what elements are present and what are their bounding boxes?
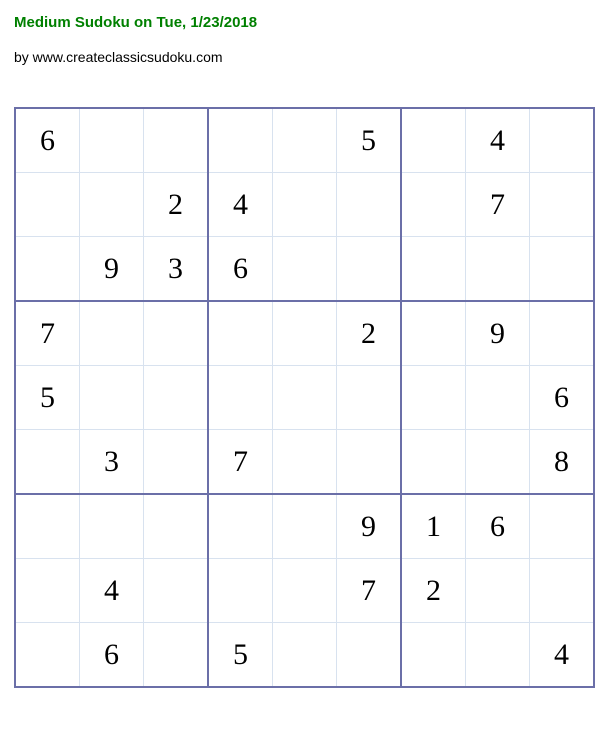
sudoku-cell (273, 430, 337, 495)
sudoku-row: 7 29 (15, 301, 594, 366)
sudoku-row: 37 8 (15, 430, 594, 495)
sudoku-cell: 9 (466, 301, 530, 366)
sudoku-cell (144, 108, 209, 173)
sudoku-cell: 9 (337, 494, 402, 559)
sudoku-cell (144, 366, 209, 430)
sudoku-cell (273, 494, 337, 559)
sudoku-grid: 65424793672956378916472654 (14, 107, 595, 688)
sudoku-cell (208, 301, 273, 366)
sudoku-cell (466, 623, 530, 688)
sudoku-cell (530, 237, 595, 302)
sudoku-cell: 9 (80, 237, 144, 302)
page-title: Medium Sudoku on Tue, 1/23/2018 (14, 14, 600, 31)
sudoku-cell (273, 108, 337, 173)
sudoku-row: 56 (15, 366, 594, 430)
sudoku-cell (15, 173, 80, 237)
sudoku-cell: 4 (208, 173, 273, 237)
sudoku-cell: 1 (401, 494, 466, 559)
sudoku-cell (15, 494, 80, 559)
sudoku-row: 916 (15, 494, 594, 559)
sudoku-cell: 2 (401, 559, 466, 623)
sudoku-cell: 3 (144, 237, 209, 302)
byline: by www.createclassicsudoku.com (14, 49, 600, 65)
sudoku-cell (530, 108, 595, 173)
sudoku-cell (273, 366, 337, 430)
sudoku-cell (337, 623, 402, 688)
sudoku-cell (15, 237, 80, 302)
sudoku-cell: 6 (530, 366, 595, 430)
sudoku-cell (466, 559, 530, 623)
sudoku-cell (401, 366, 466, 430)
sudoku-cell: 7 (208, 430, 273, 495)
sudoku-cell (466, 366, 530, 430)
sudoku-cell: 6 (80, 623, 144, 688)
sudoku-row: 6 54 (15, 108, 594, 173)
sudoku-row: 65 4 (15, 623, 594, 688)
sudoku-cell (273, 173, 337, 237)
sudoku-cell: 7 (15, 301, 80, 366)
sudoku-cell (337, 173, 402, 237)
sudoku-cell (530, 494, 595, 559)
sudoku-cell (144, 559, 209, 623)
sudoku-row: 4 72 (15, 559, 594, 623)
sudoku-cell: 4 (466, 108, 530, 173)
sudoku-cell: 2 (144, 173, 209, 237)
sudoku-cell: 6 (208, 237, 273, 302)
sudoku-cell: 5 (208, 623, 273, 688)
sudoku-cell (337, 366, 402, 430)
sudoku-cell (530, 173, 595, 237)
sudoku-cell: 6 (466, 494, 530, 559)
sudoku-cell (80, 366, 144, 430)
sudoku-cell (144, 494, 209, 559)
sudoku-cell (401, 237, 466, 302)
sudoku-cell (401, 173, 466, 237)
sudoku-cell (144, 430, 209, 495)
sudoku-cell: 7 (337, 559, 402, 623)
sudoku-cell (401, 301, 466, 366)
sudoku-cell (466, 430, 530, 495)
sudoku-cell (273, 301, 337, 366)
sudoku-cell (208, 559, 273, 623)
sudoku-cell: 7 (466, 173, 530, 237)
sudoku-cell (401, 108, 466, 173)
sudoku-cell: 4 (80, 559, 144, 623)
sudoku-cell (530, 301, 595, 366)
sudoku-cell (208, 108, 273, 173)
sudoku-row: 24 7 (15, 173, 594, 237)
sudoku-cell (15, 559, 80, 623)
sudoku-cell (144, 301, 209, 366)
sudoku-cell (466, 237, 530, 302)
sudoku-cell: 6 (15, 108, 80, 173)
sudoku-cell (337, 237, 402, 302)
sudoku-cell (80, 494, 144, 559)
sudoku-cell (273, 237, 337, 302)
sudoku-cell (80, 301, 144, 366)
sudoku-cell (80, 108, 144, 173)
sudoku-cell: 2 (337, 301, 402, 366)
sudoku-cell: 8 (530, 430, 595, 495)
sudoku-cell (530, 559, 595, 623)
sudoku-cell (273, 559, 337, 623)
sudoku-cell (144, 623, 209, 688)
sudoku-cell (15, 430, 80, 495)
sudoku-row: 936 (15, 237, 594, 302)
sudoku-cell (15, 623, 80, 688)
sudoku-cell (401, 623, 466, 688)
sudoku-cell (401, 430, 466, 495)
sudoku-cell: 4 (530, 623, 595, 688)
sudoku-cell (208, 494, 273, 559)
sudoku-cell: 5 (15, 366, 80, 430)
sudoku-cell: 3 (80, 430, 144, 495)
sudoku-cell: 5 (337, 108, 402, 173)
sudoku-cell (337, 430, 402, 495)
sudoku-cell (80, 173, 144, 237)
sudoku-cell (273, 623, 337, 688)
sudoku-cell (208, 366, 273, 430)
